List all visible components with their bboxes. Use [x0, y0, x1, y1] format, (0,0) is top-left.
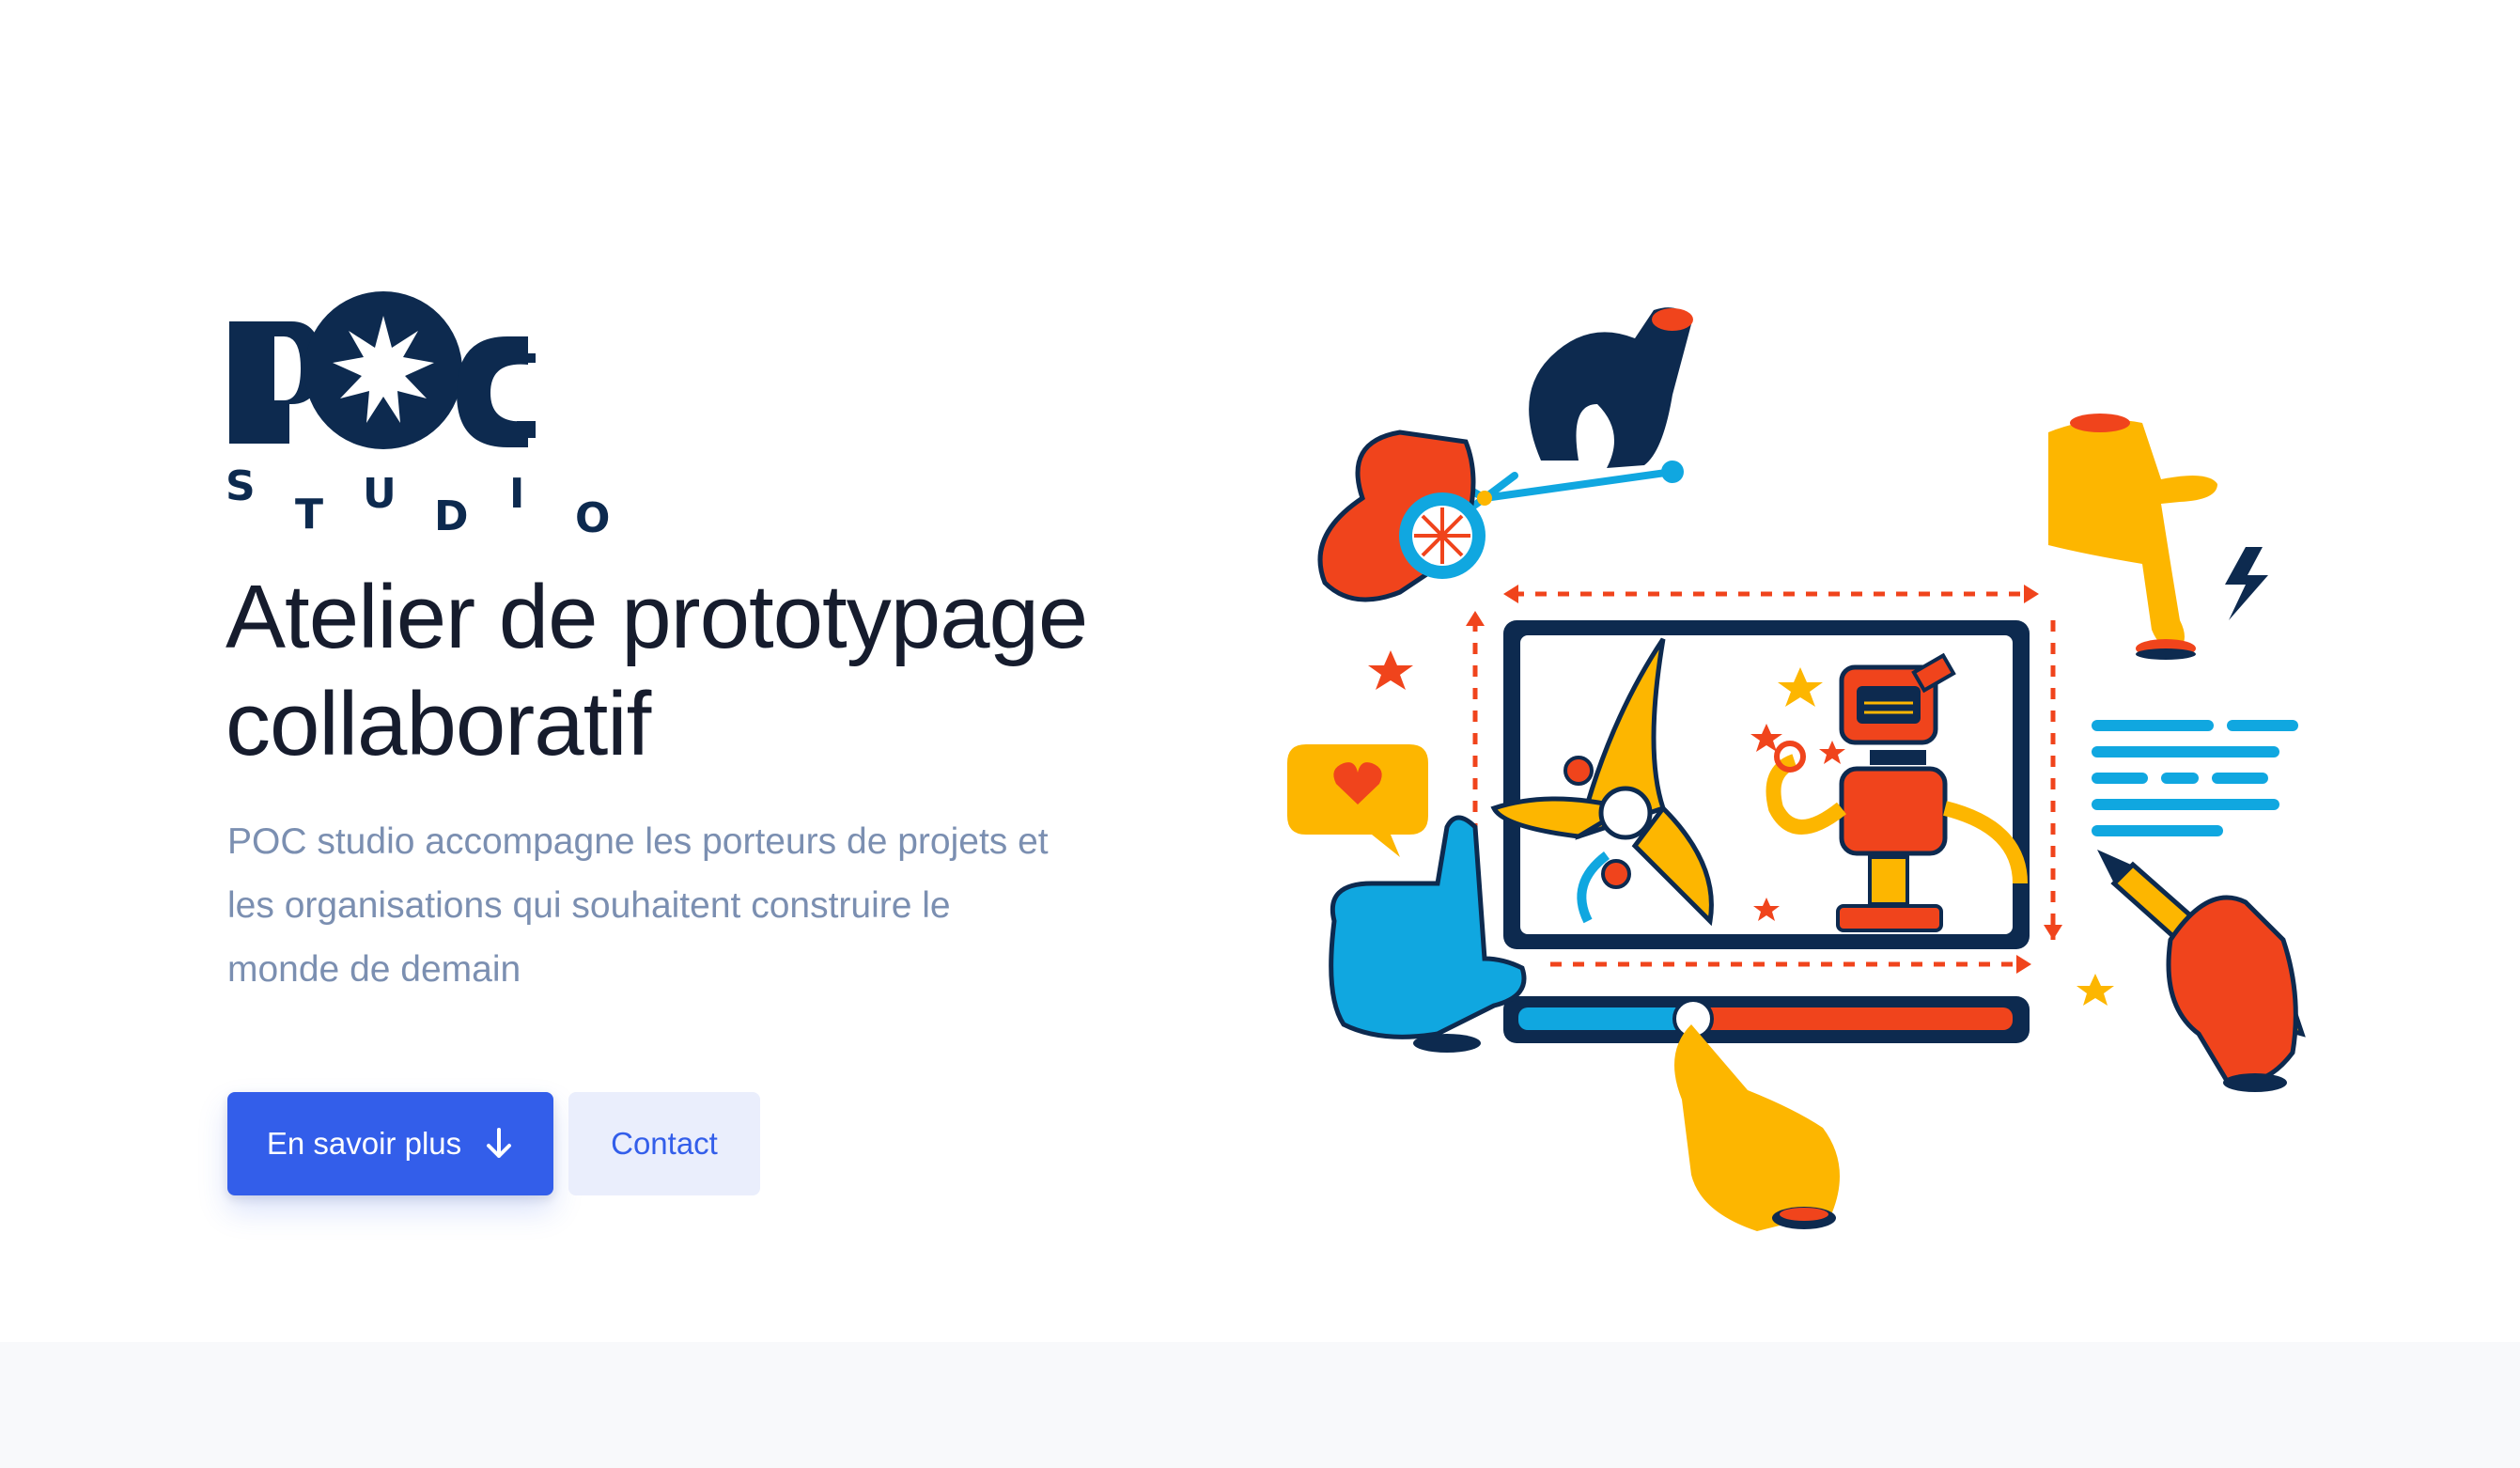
lead-paragraph: POC studio accompagne les porteurs de pr… — [227, 810, 1129, 1002]
hand-grab-icon — [1529, 307, 1693, 468]
lead-line-2: les organisations qui souhaitent constru… — [227, 885, 951, 926]
next-section-band — [0, 1342, 2520, 1468]
learn-more-button[interactable]: En savoir plus — [227, 1092, 553, 1195]
svg-text:T: T — [295, 491, 323, 536]
svg-text:O: O — [575, 494, 610, 536]
svg-text:I: I — [509, 470, 524, 518]
heart-bubble-icon — [1287, 744, 1428, 857]
illustration-graphic — [1287, 307, 2306, 1231]
hand-slider-icon — [1674, 1024, 1840, 1231]
contact-button[interactable]: Contact — [568, 1092, 760, 1195]
prototyping-illustration — [1268, 282, 2321, 1250]
hand-wheel-icon — [1317, 429, 1486, 602]
svg-text:U: U — [363, 470, 397, 518]
text-lines-icon — [2092, 720, 2298, 836]
hand-frame-icon — [1329, 815, 1527, 1053]
svg-text:D: D — [434, 492, 469, 536]
arrow-down-icon — [487, 1128, 512, 1158]
learn-more-label: En savoir plus — [266, 1126, 462, 1161]
title-line-2: collaboratif — [226, 674, 651, 774]
hand-writing-icon — [2166, 895, 2298, 1092]
logo-graphic: S T U D I O — [226, 291, 610, 536]
svg-text:S: S — [226, 462, 256, 510]
hand-pointer-icon — [2048, 414, 2217, 660]
title-line-1: Atelier de prototypage — [226, 567, 1088, 667]
hero-section: S T U D I O Atelier de prototypage colla… — [0, 0, 2520, 1342]
poc-studio-logo[interactable]: S T U D I O — [226, 289, 611, 536]
contact-label: Contact — [611, 1126, 718, 1161]
lead-line-1: POC studio accompagne les porteurs de pr… — [227, 821, 1049, 862]
lightning-icon — [2225, 547, 2268, 620]
page-title: Atelier de prototypage collaboratif — [226, 564, 1165, 778]
lead-line-3: monde de demain — [227, 949, 521, 990]
